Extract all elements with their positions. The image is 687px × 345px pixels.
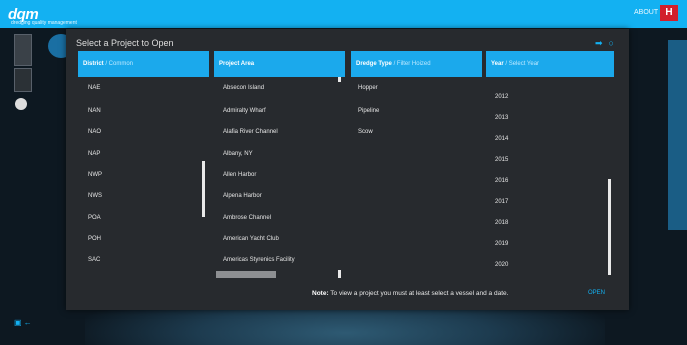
list-item[interactable]: NAP xyxy=(88,151,100,157)
list-item[interactable]: 2013 xyxy=(495,115,508,121)
side-panel-tab[interactable] xyxy=(668,40,687,230)
partial-list-item xyxy=(216,271,276,278)
list-item[interactable]: Ambrose Channel xyxy=(223,215,271,221)
zoom-control[interactable] xyxy=(14,68,32,92)
dialog-controls: ➡ ○ xyxy=(595,38,614,49)
list-item[interactable]: Alafia River Channel xyxy=(223,129,278,135)
open-button[interactable]: OPEN xyxy=(588,290,605,296)
column-header-hint: / Select Year xyxy=(505,61,540,67)
list-item[interactable]: 2017 xyxy=(495,199,508,205)
app-logo[interactable]: dqm dredging quality management xyxy=(8,5,77,27)
logo-subtitle: dredging quality management xyxy=(11,20,77,26)
list-item[interactable]: Alpena Harbor xyxy=(223,193,262,199)
district-scrollbar[interactable] xyxy=(202,161,205,217)
refresh-icon[interactable]: ➡ xyxy=(595,38,603,49)
list-item[interactable]: 2019 xyxy=(495,241,508,247)
list-item[interactable]: Admiralty Wharf xyxy=(223,108,266,114)
project-scrollbar[interactable] xyxy=(338,270,341,278)
top-bar: dqm dredging quality management ABOUT H xyxy=(0,0,687,28)
info-icon[interactable] xyxy=(15,98,27,110)
project-dialog: Select a Project to Open ➡ ○ District / … xyxy=(66,29,629,310)
list-item[interactable]: Absecon Island xyxy=(223,85,264,91)
list-item[interactable]: NWS xyxy=(88,193,102,199)
list-item[interactable]: SAC xyxy=(88,257,100,263)
note-text: To view a project you must at least sele… xyxy=(328,290,509,297)
list-item[interactable]: American Yacht Club xyxy=(223,236,279,242)
column-header-project-area[interactable]: Project Area xyxy=(214,51,345,77)
about-link[interactable]: ABOUT xyxy=(634,9,658,16)
list-item[interactable]: 2020 xyxy=(495,262,508,268)
column-header-dredge-type[interactable]: Dredge Type / Filter Hoized xyxy=(351,51,482,77)
note-label: Note: xyxy=(312,290,329,297)
list-item[interactable]: Scow xyxy=(358,129,373,135)
project-scrollbar-top[interactable] xyxy=(338,77,341,82)
list-item[interactable]: Albany, NY xyxy=(223,151,253,157)
layer-panel-toggle[interactable] xyxy=(14,34,32,66)
list-item[interactable]: 2012 xyxy=(495,94,508,100)
list-item[interactable]: NWP xyxy=(88,172,102,178)
help-note: Note: To view a project you must at leas… xyxy=(312,290,508,297)
year-scrollbar[interactable] xyxy=(608,179,611,275)
list-item[interactable]: NAN xyxy=(88,108,101,114)
column-header-hint: / Filter Hoized xyxy=(393,61,431,67)
list-item[interactable]: NAE xyxy=(88,85,100,91)
bottom-toolbar[interactable]: ▣ ← xyxy=(14,318,32,327)
list-item[interactable]: Americas Styrenics Facility xyxy=(223,257,295,263)
list-item[interactable]: NAO xyxy=(88,129,101,135)
column-header-hint: / Common xyxy=(105,61,134,67)
column-header-district[interactable]: District / Common xyxy=(78,51,209,77)
list-item[interactable]: Hopper xyxy=(358,85,378,91)
close-icon[interactable]: ○ xyxy=(609,38,614,49)
list-item[interactable]: 2015 xyxy=(495,157,508,163)
list-item[interactable]: POH xyxy=(88,236,101,242)
list-item[interactable]: 2018 xyxy=(495,220,508,226)
column-header-year[interactable]: Year / Select Year xyxy=(486,51,614,77)
list-item[interactable]: POA xyxy=(88,215,101,221)
column-header-label: Project Area xyxy=(219,61,255,67)
column-header-label: Year xyxy=(491,61,504,67)
usace-logo: H xyxy=(660,5,678,21)
dialog-title: Select a Project to Open xyxy=(76,38,174,48)
column-header-label: Dredge Type xyxy=(356,61,392,67)
column-header-label: District xyxy=(83,61,104,67)
list-item[interactable]: 2014 xyxy=(495,136,508,142)
list-item[interactable]: 2016 xyxy=(495,178,508,184)
list-item[interactable]: Pipeline xyxy=(358,108,379,114)
list-item[interactable]: Allen Harbor xyxy=(223,172,256,178)
